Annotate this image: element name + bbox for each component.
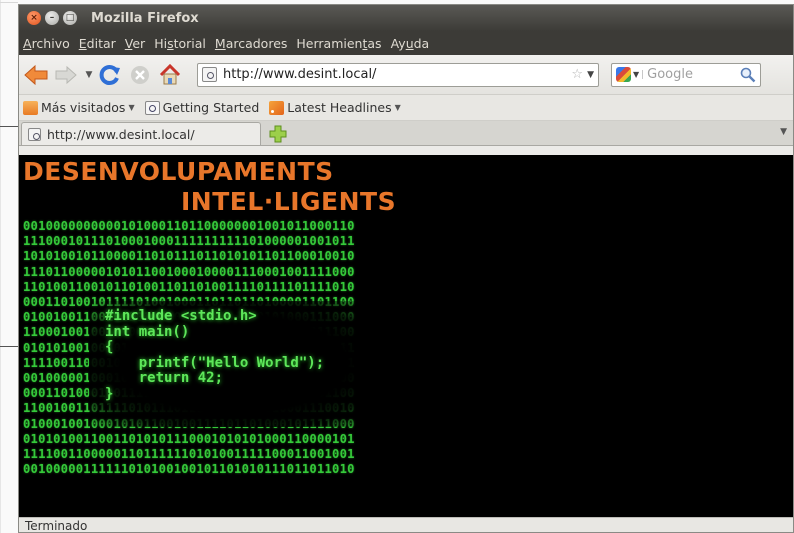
home-button[interactable] [157,62,183,88]
logo-line-2: INTEL·LIGENTS [181,187,397,216]
tab-label: http://www.desint.local/ [47,126,195,142]
history-dropdown-icon[interactable]: ▼ [83,70,95,80]
chevron-down-icon: ▼ [394,103,401,112]
rss-icon [269,100,285,115]
close-window-button[interactable]: × [27,11,41,25]
binary-row: 1010100101100001101011101101010110110001… [23,249,355,264]
bookmark-label: Más visitados [41,100,126,115]
hello-world-code: #include <stdio.h> int main() { printf("… [105,308,325,402]
binary-row: 1111001100000110111111010100111110001100… [23,447,355,462]
bookmark-label: Getting Started [162,100,260,115]
site-identity-icon[interactable] [202,67,217,82]
home-icon [159,63,181,84]
url-input[interactable]: http://www.desint.local/ [223,67,571,82]
tab-desint-local[interactable]: http://www.desint.local/ [21,122,261,145]
menu-archivo[interactable]: Archivo [23,36,70,51]
title-bar: × – □ Mozilla Firefox [19,5,793,31]
bookmark-star-icon[interactable]: ☆ [571,67,583,82]
bookmark-mas-visitados[interactable]: Más visitados ▼ [23,100,135,115]
search-icon[interactable] [740,67,756,83]
maximize-window-button[interactable]: □ [63,11,77,25]
status-bar: Terminado [19,517,793,532]
minimize-window-button[interactable]: – [45,11,59,25]
firefox-window: × – □ Mozilla Firefox Archivo Editar Ver… [18,4,794,533]
tab-strip: http://www.desint.local/ ▼ [19,121,793,146]
bookmark-label: Latest Headlines [287,100,392,115]
grid-line [0,2,18,3]
search-bar[interactable]: ▼ Google [611,62,761,87]
binary-row: 0101010011001101010111000101010100011000… [23,431,355,446]
folder-icon [23,100,38,115]
search-engine-dropdown-icon[interactable]: ▼ [633,70,644,79]
reload-button[interactable] [97,62,123,88]
binary-row: 1110001011101000100011111111110100000100… [23,234,355,249]
binary-row: 0010000011111101010010010110101011101101… [23,462,355,477]
url-dropdown-icon[interactable]: ▼ [587,70,594,80]
window-title: Mozilla Firefox [91,10,199,26]
code-line: int main() [105,323,190,340]
grid-line [0,0,1,533]
menu-ver[interactable]: Ver [125,36,145,51]
chevron-down-icon: ▼ [128,103,135,112]
plus-icon [269,125,287,143]
bookmark-getting-started[interactable]: Getting Started [144,100,260,115]
page-content: DESENVOLUPAMENTS INTEL·LIGENTS 001000000… [19,155,793,517]
bookmark-latest-headlines[interactable]: Latest Headlines ▼ [269,100,401,115]
menu-marcadores[interactable]: Marcadores [215,36,288,51]
page-icon [144,100,160,115]
menu-herramientas[interactable]: Herramientas [296,36,381,51]
menu-editar[interactable]: Editar [79,36,116,51]
stop-button[interactable] [127,62,153,88]
code-line: #include <stdio.h> [105,308,257,324]
code-line: printf("Hello World"); [105,354,325,371]
menu-ayuda[interactable]: Ayuda [391,36,430,51]
search-input[interactable]: Google [647,67,740,82]
code-line: return 42; [105,370,224,386]
reload-icon [99,64,120,85]
menu-bar: Archivo Editar Ver Historial Marcadores … [19,31,793,55]
search-engine-icon[interactable] [616,67,631,82]
forward-arrow-icon [55,65,77,84]
url-bar[interactable]: http://www.desint.local/ ☆ ▼ [197,62,599,87]
bookmarks-toolbar: Más visitados ▼ Getting Started Latest H… [19,95,793,121]
back-arrow-icon [24,64,48,85]
forward-button[interactable] [53,62,79,88]
binary-row: 0010000000000101000110110000000100101100… [23,219,355,233]
code-line: { [105,339,114,355]
binary-row: 1110110000010101100100010000111000100111… [23,264,355,279]
tab-list-dropdown-icon[interactable]: ▼ [780,127,787,137]
menu-historial[interactable]: Historial [154,36,206,51]
binary-row: 1101001100101101001101101001111011110111… [23,279,355,294]
stop-icon [131,65,149,84]
back-button[interactable] [23,62,49,88]
new-tab-button[interactable] [267,123,289,145]
page-icon [28,127,41,141]
logo-line-1: DESENVOLUPAMENTS [23,157,334,186]
code-line: } [105,385,114,402]
navigation-toolbar: ▼ http://www.desint.local/ ☆ ▼ ▼ Google [19,55,793,95]
